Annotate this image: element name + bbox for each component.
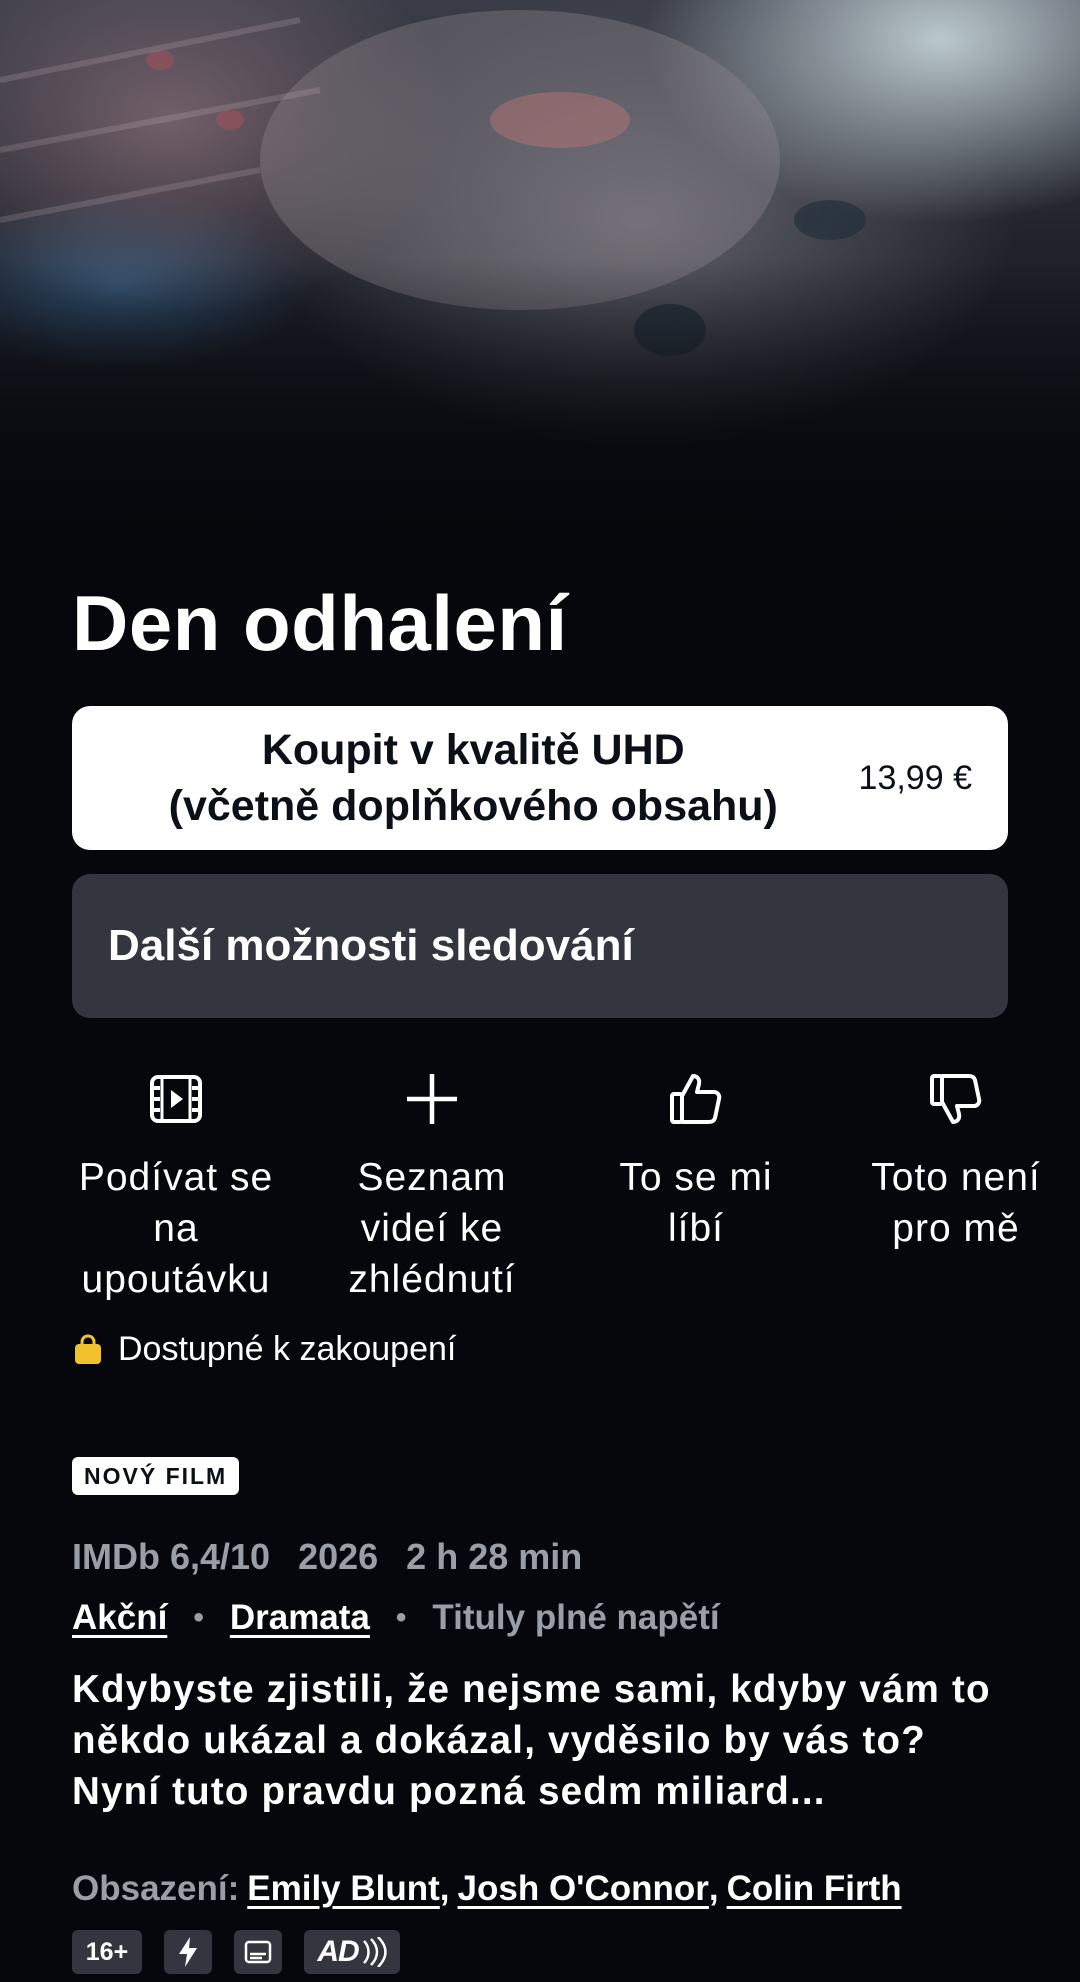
thumbs-up-icon [665, 1068, 727, 1130]
synopsis[interactable]: Kdybyste zjistili, že nejsme sami, kdyby… [72, 1664, 1022, 1817]
imdb-rating: IMDb 6,4/10 [72, 1536, 271, 1577]
watch-trailer-label: Podívat se na upoutávku [78, 1156, 274, 1301]
feature-icons-row: 16+ AD [72, 1930, 400, 1974]
genre-text-suspense: Tituly plné napětí [432, 1598, 720, 1637]
cast-separator: , [439, 1869, 450, 1908]
watchlist-button[interactable]: Seznam videí ke zhlédnutí [300, 1068, 564, 1305]
buy-uhd-button[interactable]: Koupit v kvalitě UHD (včetně doplňkového… [72, 706, 1008, 850]
like-button[interactable]: To se mi líbí [564, 1068, 828, 1254]
more-watch-options-label: Další možnosti sledování [108, 921, 634, 970]
genre-separator: • [193, 1601, 204, 1634]
trailer-icon [145, 1068, 207, 1130]
cast-link-emily-blunt[interactable]: Emily Blunt [247, 1869, 440, 1909]
cast-separator: , [708, 1869, 719, 1908]
like-label: To se mi líbí [619, 1156, 773, 1250]
watch-trailer-button[interactable]: Podívat se na upoutávku [44, 1068, 308, 1305]
thumbs-down-icon [925, 1068, 987, 1130]
audio-description-icon: AD [304, 1930, 400, 1974]
availability-note: Dostupné k zakoupení [72, 1330, 456, 1369]
genre-separator: • [395, 1601, 407, 1634]
buy-button-label: Koupit v kvalitě UHD (včetně doplňkového… [168, 726, 778, 830]
page-title: Den odhalení [72, 579, 568, 667]
dislike-button[interactable]: Toto není pro mě [824, 1068, 1080, 1254]
meta-row: IMDb 6,4/10 2026 2 h 28 min [72, 1536, 582, 1578]
action-row: Podívat se na upoutávku Seznam videí ke … [44, 1068, 1080, 1308]
cast-label: Obsazení: [72, 1869, 240, 1908]
new-movie-badge: NOVÝ FILM [72, 1457, 240, 1495]
duration: 2 h 28 min [406, 1536, 583, 1577]
release-year: 2026 [298, 1536, 379, 1577]
dislike-label: Toto není pro mě [871, 1156, 1041, 1250]
age-rating-badge: 16+ [72, 1930, 142, 1974]
buy-price: 13,99 € [858, 758, 972, 797]
subtitles-icon [234, 1930, 282, 1974]
genre-link-akcni[interactable]: Akční [72, 1598, 167, 1638]
genre-link-dramata[interactable]: Dramata [230, 1598, 370, 1638]
audio-description-label: AD [317, 1935, 359, 1968]
more-watch-options-button[interactable]: Další možnosti sledování [72, 874, 1008, 1018]
cast-row: Obsazení: Emily Blunt, Josh O'Connor, Co… [72, 1869, 902, 1909]
watchlist-label: Seznam videí ke zhlédnutí [348, 1156, 516, 1301]
plus-icon [401, 1068, 463, 1130]
genre-row: Akční • Dramata • Tituly plné napětí [72, 1598, 720, 1638]
shopping-bag-icon [75, 1333, 101, 1364]
hero-face-art [0, 10, 866, 356]
cast-link-colin-firth[interactable]: Colin Firth [727, 1869, 902, 1909]
availability-text: Dostupné k zakoupení [118, 1330, 457, 1368]
hero-image [0, 0, 1080, 560]
cast-link-josh-oconnor[interactable]: Josh O'Connor [458, 1869, 709, 1909]
lightning-icon [164, 1930, 212, 1974]
